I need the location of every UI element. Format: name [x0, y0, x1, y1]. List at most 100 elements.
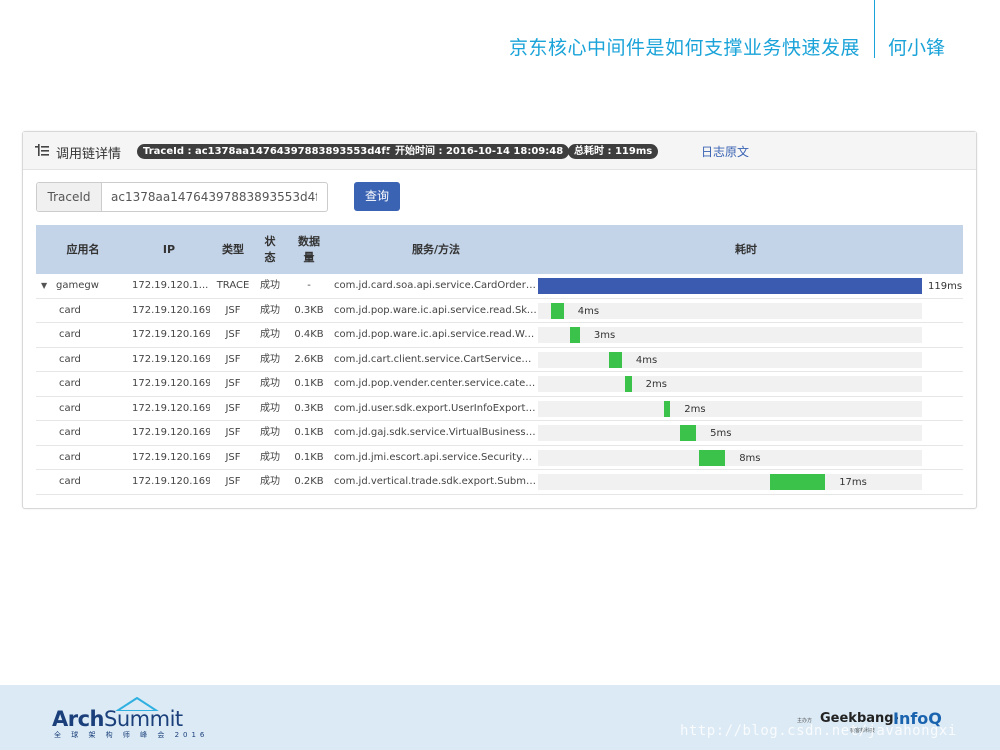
mountain-icon [115, 697, 159, 711]
cell-type: JSF [225, 427, 241, 438]
cell-ip: 172.19.120.169 [132, 427, 210, 438]
cell-type: JSF [225, 304, 241, 316]
duration-label: 2ms [645, 379, 667, 390]
duration-label: 3ms [593, 330, 616, 341]
cell-service: com.jd.pop.ware.ic.api.service.read.War.… [334, 329, 537, 340]
table-row[interactable]: ▼ gamegw 172.19.120.1... TRACE 成功 - com.jd.car… [36, 274, 963, 299]
cell-app: card [59, 378, 81, 389]
duration-track [538, 449, 922, 466]
cell-status: 成功 [260, 378, 280, 389]
cell-app: card [59, 329, 81, 340]
cell-service: com.jd.pop.ware.ic.api.service.read.Sku.… [334, 304, 537, 316]
duration-bar [699, 449, 726, 466]
expand-caret-icon[interactable]: ▼ [41, 274, 47, 297]
panel-header: 调用链详情 TraceId : ac1378aa1476439788389355… [23, 132, 976, 170]
query-button[interactable]: 查询 [354, 182, 400, 211]
cell-ip: 172.19.120.169 [132, 402, 210, 414]
cell-data-size: 0.1KB [294, 427, 324, 438]
cell-service: com.jd.jmi.escort.api.service.SecurityAd… [334, 451, 537, 463]
duration-bar [625, 376, 632, 392]
duration-bar [570, 327, 580, 343]
header-service: 服务/方法 [411, 242, 461, 256]
trace-id-badge: TraceId : ac1378aa14764397883893553d4f5c [137, 144, 405, 159]
cell-data-size: 2.6KB [294, 353, 324, 365]
cell-app: card [59, 427, 81, 438]
duration-label: 8ms [739, 452, 761, 464]
log-source-link[interactable]: 日志原文 [701, 143, 749, 160]
cell-type: TRACE [216, 280, 250, 291]
cell-service: com.jd.gaj.sdk.service.VirtualBusinessR.… [334, 427, 537, 438]
slide-author: 何小锋 [888, 37, 946, 59]
cell-ip: 172.19.120.1... [132, 280, 209, 291]
duration-label: 5ms [710, 428, 732, 439]
cell-ip: 172.19.120.169 [132, 329, 210, 340]
trace-search-group: TraceId [36, 182, 328, 212]
duration-bar [609, 351, 622, 368]
cell-ip: 172.19.120.169 [132, 353, 210, 365]
header-data: 数据 量 [298, 234, 320, 264]
cell-data-size: 0.1KB [294, 378, 324, 389]
cell-type: JSF [225, 378, 241, 389]
table-header: 应用名 IP 类型 状 态 数据 量 服务/方法 耗时 [36, 225, 963, 274]
cell-status: 成功 [260, 353, 280, 365]
duration-label: 4ms [635, 354, 658, 366]
cell-data-size: 0.4KB [294, 329, 324, 340]
tree-list-icon [35, 144, 49, 156]
search-label: TraceId [37, 183, 102, 211]
start-time-badge: 开始时间 : 2016-10-14 18:09:48 [389, 144, 570, 159]
cell-service: com.jd.vertical.trade.sdk.export.SubmitO… [334, 476, 537, 487]
cell-data-size: - [307, 280, 311, 291]
header-app: 应用名 [66, 242, 100, 256]
table-row[interactable]: card 172.19.120.169 JSF 成功 0.2KB com.jd.verti… [36, 470, 963, 495]
panel-title: 调用链详情 [56, 147, 122, 162]
duration-bar [538, 278, 922, 294]
duration-bar [680, 425, 697, 441]
table-row[interactable]: card 172.19.120.169 JSF 成功 0.1KB com.jd.pop.v… [36, 372, 963, 397]
cell-app: card [59, 304, 81, 316]
slide-title: 京东核心中间件是如何支撑业务快速发展 [508, 37, 860, 59]
table-row[interactable]: card 172.19.120.169 JSF 成功 0.1KB com.jd.jmi.e… [36, 446, 963, 470]
table-row[interactable]: card 172.19.120.169 JSF 成功 0.3KB com.jd.user.… [36, 397, 963, 421]
cell-app: gamegw [56, 280, 99, 291]
duration-track [538, 400, 922, 417]
total-time-badge: 总耗时 : 119ms [568, 144, 659, 159]
cell-type: JSF [225, 329, 241, 340]
cell-data-size: 0.3KB [294, 304, 324, 316]
cell-ip: 172.19.120.169 [132, 476, 210, 487]
duration-track [538, 376, 922, 392]
table-body: ▼ gamegw 172.19.120.1... TRACE 成功 - com.jd.car… [36, 274, 963, 495]
duration-bar [550, 302, 564, 319]
duration-label: 2ms [684, 403, 706, 415]
cell-status: 成功 [260, 427, 280, 438]
cell-service: com.jd.card.soa.api.service.CardOrderA..… [334, 280, 537, 291]
logo-subtitle: 全 球 架 构 师 峰 会 2016 [54, 731, 209, 739]
duration-bar [770, 474, 826, 490]
cell-type: JSF [225, 402, 241, 414]
cell-ip: 172.19.120.169 [132, 451, 210, 463]
duration-label: 4ms [577, 305, 600, 317]
duration-label: 17ms [839, 477, 867, 488]
header-status: 状 态 [264, 234, 276, 264]
cell-status: 成功 [260, 451, 280, 463]
cell-app: card [59, 353, 81, 365]
duration-bar [663, 400, 671, 417]
cell-service: com.jd.pop.vender.center.service.catego.… [334, 378, 537, 389]
cell-data-size: 0.2KB [294, 476, 324, 487]
cell-status: 成功 [260, 304, 280, 316]
cell-data-size: 0.3KB [294, 402, 324, 414]
cell-service: com.jd.cart.client.service.CartService@g… [334, 353, 537, 365]
trace-id-input[interactable] [102, 183, 317, 211]
cell-app: card [59, 451, 81, 463]
header-time: 耗时 [735, 242, 757, 256]
cell-status: 成功 [260, 329, 280, 340]
cell-ip: 172.19.120.169 [132, 304, 210, 316]
table-row[interactable]: card 172.19.120.169 JSF 成功 0.3KB com.jd.pop.w… [36, 299, 963, 323]
duration-track [538, 351, 922, 368]
cell-status: 成功 [260, 402, 280, 414]
table-row[interactable]: card 172.19.120.169 JSF 成功 0.4KB com.jd.pop.w… [36, 323, 963, 348]
blog-watermark: http://blog.csdn.net/javahongxi [680, 723, 957, 739]
footer: ArchSummit 全 球 架 构 师 峰 会 2016 主办方 Geekba… [0, 685, 1000, 750]
logo-arch-text: Arch [52, 707, 105, 731]
table-row[interactable]: card 172.19.120.169 JSF 成功 0.1KB com.jd.gaj.s… [36, 421, 963, 446]
table-row[interactable]: card 172.19.120.169 JSF 成功 2.6KB com.jd.cart.… [36, 348, 963, 372]
